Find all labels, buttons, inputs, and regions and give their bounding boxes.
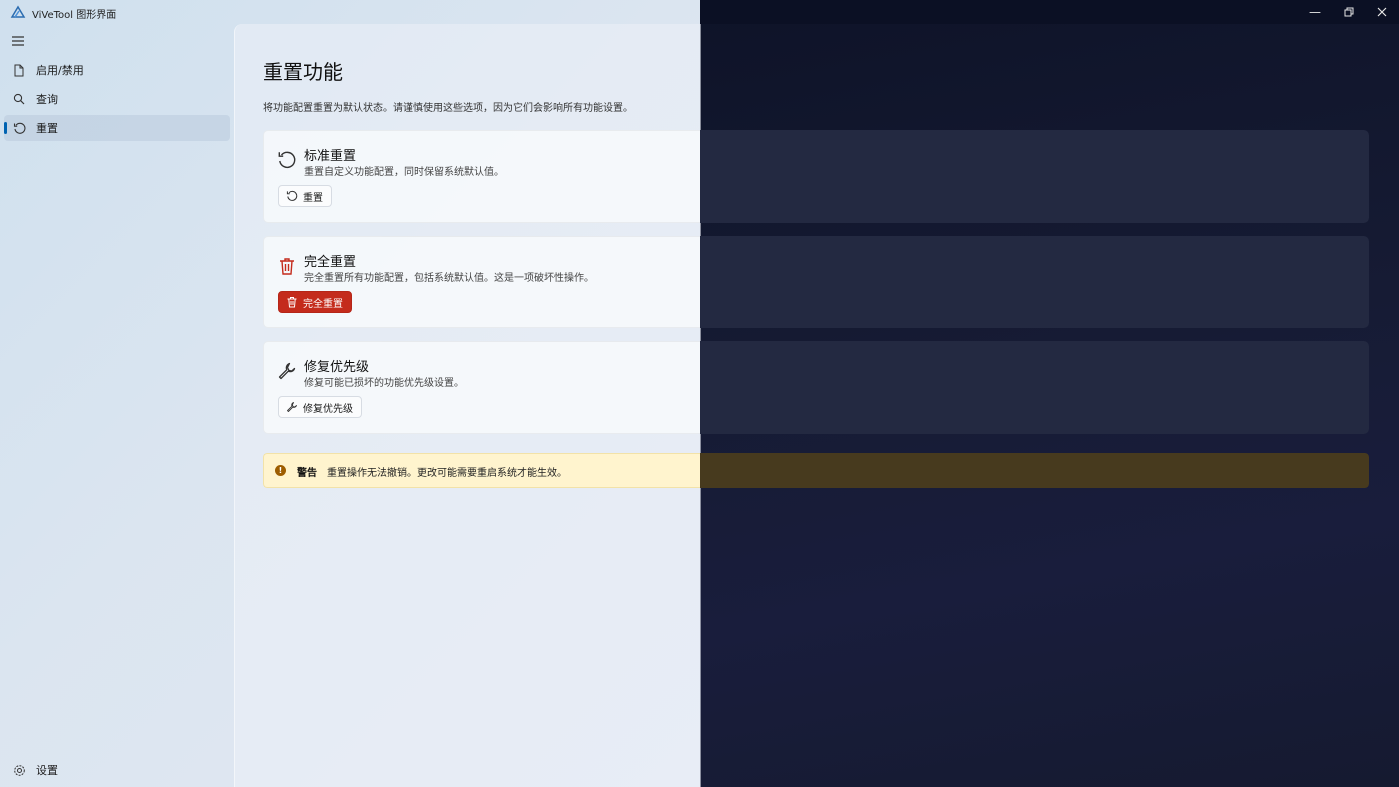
- sidebar-item-query[interactable]: 查询: [4, 86, 230, 112]
- trash-icon: [286, 296, 298, 308]
- card-description: 重置自定义功能配置，同时保留系统默认值。: [304, 167, 504, 178]
- card-dark-part: [700, 236, 1369, 328]
- active-indicator: [4, 122, 7, 134]
- warning-text: 重置操作无法撤销。更改可能需要重启系统才能生效。: [327, 468, 567, 479]
- reset-icon: [286, 190, 298, 202]
- sidebar-item-label: 设置: [36, 764, 58, 777]
- hamburger-menu-icon[interactable]: [11, 35, 25, 47]
- card-title: 完全重置: [304, 255, 357, 270]
- close-icon: [1377, 7, 1387, 17]
- restore-button[interactable]: [1332, 0, 1366, 24]
- sidebar-item-label: 查询: [36, 93, 58, 106]
- app-logo-icon: [10, 5, 26, 18]
- button-label: 重置: [303, 192, 323, 204]
- sidebar-item-label: 重置: [36, 122, 58, 135]
- card-title: 修复优先级: [304, 360, 370, 375]
- minimize-icon: —: [1309, 5, 1321, 19]
- button-label: 完全重置: [303, 298, 343, 310]
- card-standard-reset: 标准重置 重置自定义功能配置，同时保留系统默认值。 重置: [263, 130, 1369, 223]
- full-reset-button[interactable]: 完全重置: [278, 291, 352, 313]
- gear-icon: [12, 763, 26, 777]
- card-description: 修复可能已损坏的功能优先级设置。: [304, 378, 464, 389]
- warning-icon: !: [275, 465, 286, 476]
- title-bar: ViVeTool 图形界面 —: [0, 0, 1399, 24]
- card-dark-part: [700, 130, 1369, 223]
- app-title: ViVeTool 图形界面: [32, 10, 117, 21]
- page-description: 将功能配置重置为默认状态。请谨慎使用这些选项，因为它们会影响所有功能设置。: [263, 103, 633, 114]
- close-button[interactable]: [1365, 0, 1399, 24]
- card-full-reset: 完全重置 完全重置所有功能配置，包括系统默认值。这是一项破坏性操作。 完全重置: [263, 236, 1369, 328]
- warning-dark-part: [700, 453, 1369, 488]
- trash-icon: [280, 258, 294, 275]
- wrench-icon: [278, 362, 296, 380]
- sidebar-item-reset[interactable]: 重置: [4, 115, 230, 141]
- document-icon: [12, 63, 26, 77]
- card-title: 标准重置: [304, 149, 357, 164]
- button-label: 修复优先级: [303, 403, 353, 415]
- sidebar-item-enable-disable[interactable]: 启用/禁用: [4, 57, 230, 83]
- card-fix-priority: 修复优先级 修复可能已损坏的功能优先级设置。 修复优先级: [263, 341, 1369, 434]
- sidebar-item-label: 启用/禁用: [36, 64, 84, 77]
- restore-icon: [1344, 7, 1354, 17]
- wrench-icon: [286, 401, 298, 413]
- reset-icon: [278, 151, 296, 169]
- search-icon: [12, 92, 26, 106]
- sidebar-item-settings[interactable]: 设置: [4, 757, 230, 783]
- fix-priority-button[interactable]: 修复优先级: [278, 396, 362, 418]
- warning-infobar: ! 警告 重置操作无法撤销。更改可能需要重启系统才能生效。: [263, 453, 1369, 488]
- reset-button[interactable]: 重置: [278, 185, 332, 207]
- warning-title: 警告: [297, 468, 317, 479]
- reset-icon: [12, 121, 26, 135]
- card-dark-part: [700, 341, 1369, 434]
- card-description: 完全重置所有功能配置，包括系统默认值。这是一项破坏性操作。: [304, 273, 594, 284]
- minimize-button[interactable]: —: [1298, 0, 1332, 24]
- page-title: 重置功能: [263, 60, 343, 84]
